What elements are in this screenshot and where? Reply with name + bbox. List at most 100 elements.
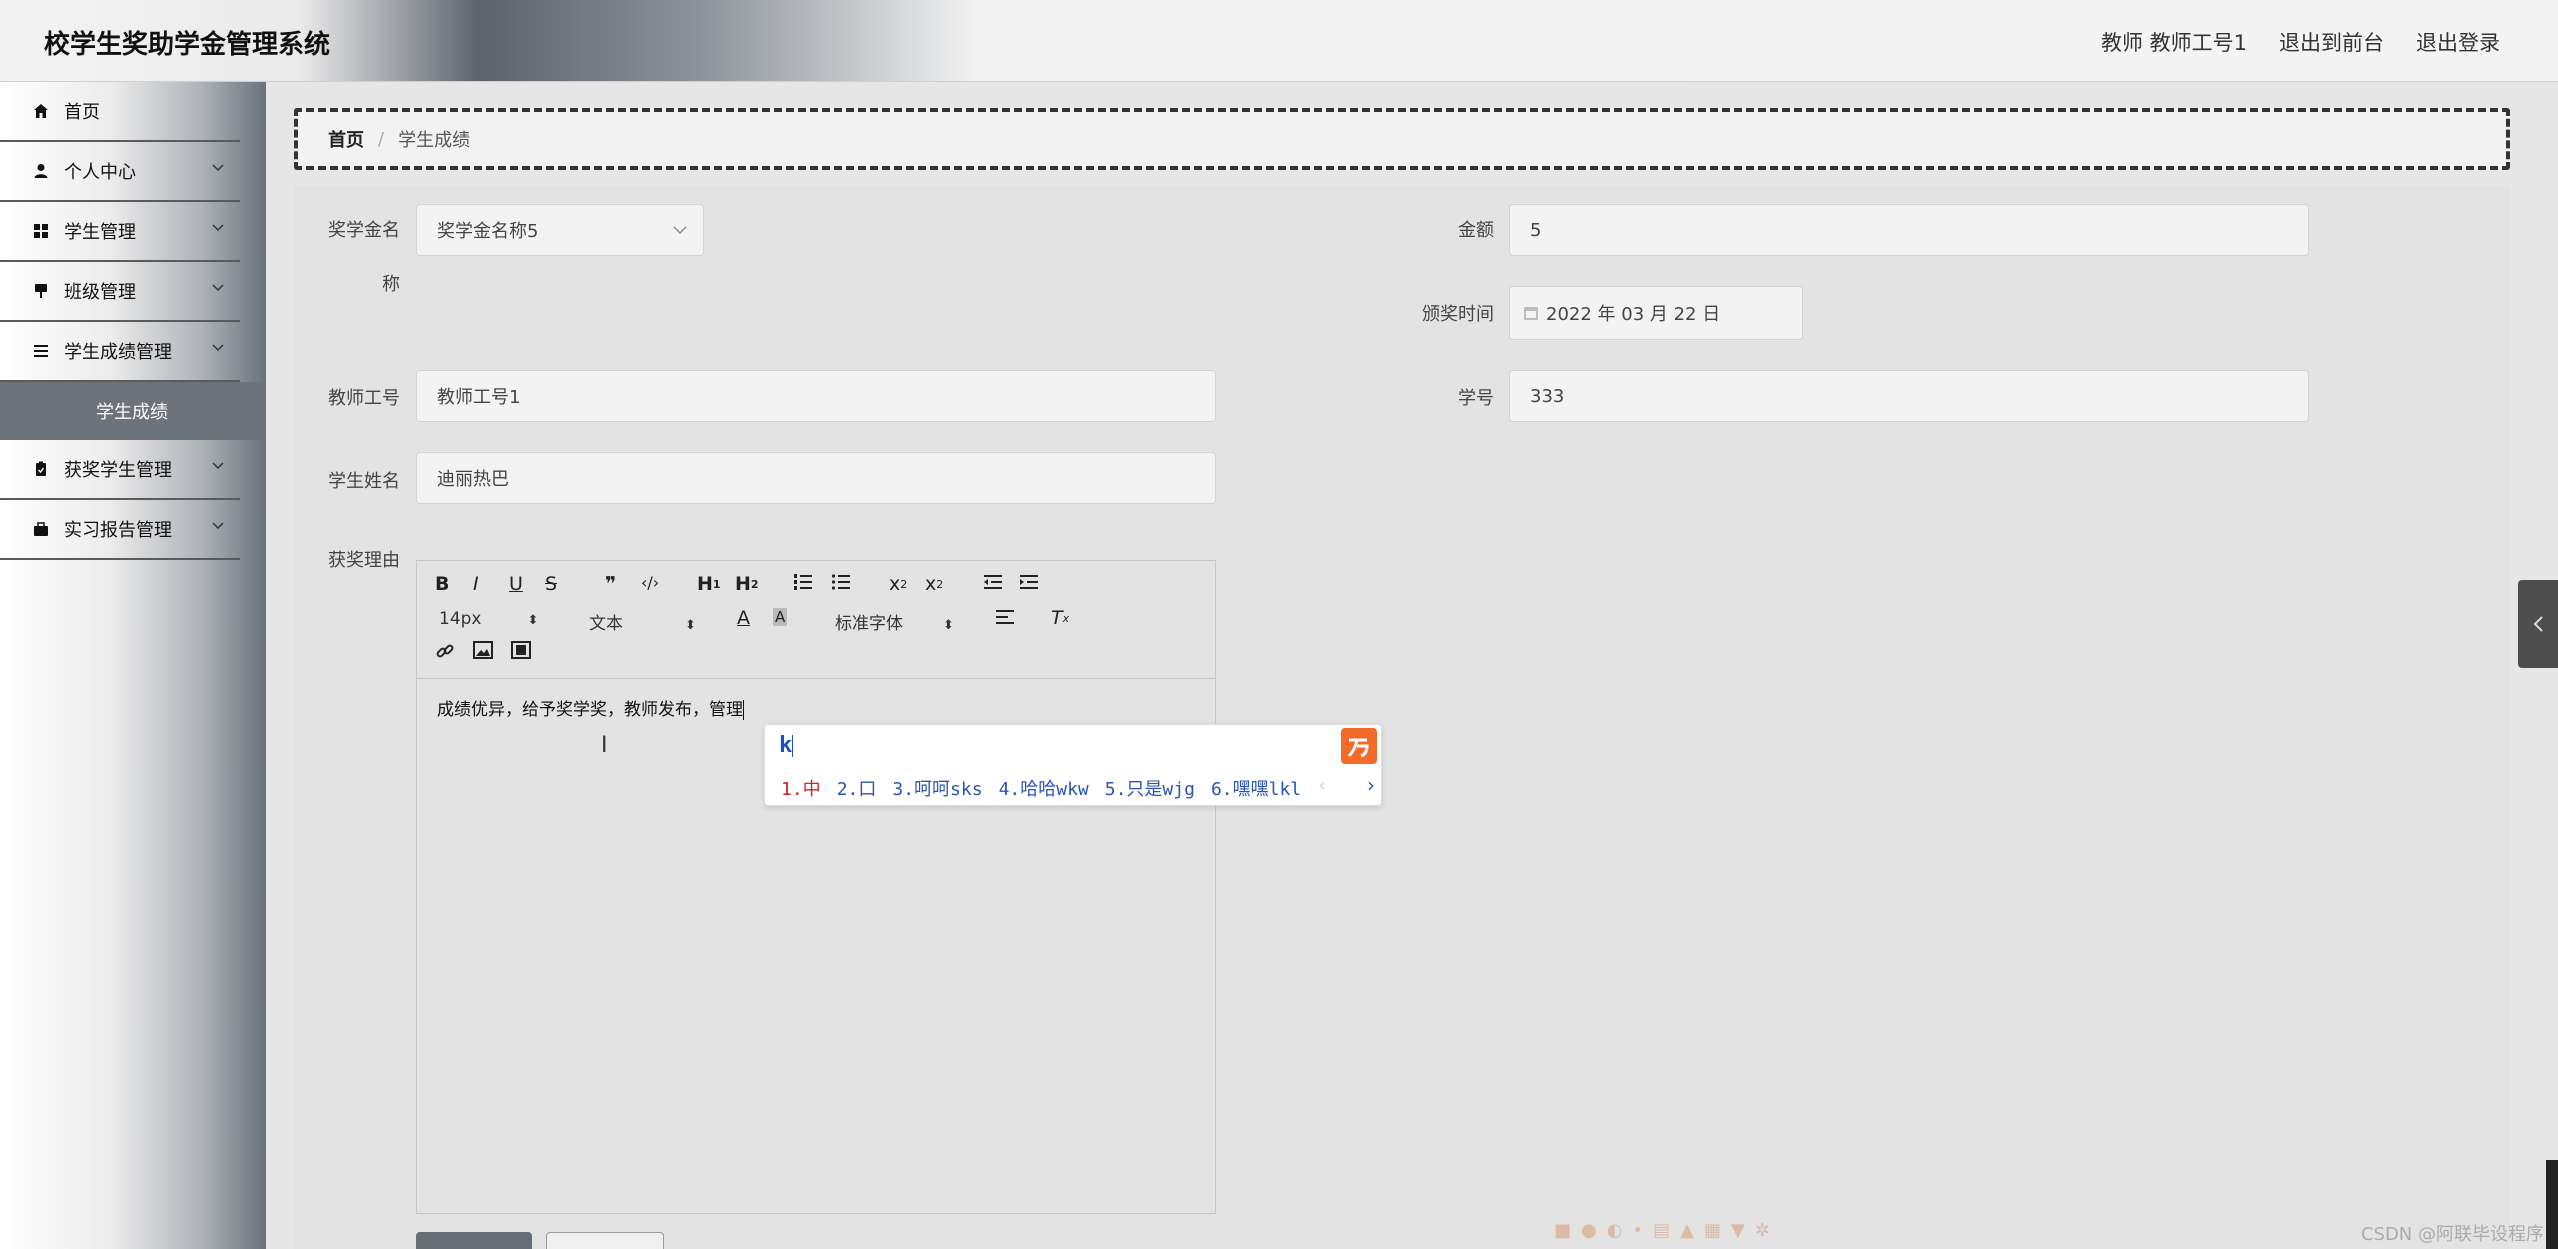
clear-format-icon[interactable]: Tx bbox=[1051, 607, 1069, 629]
ime-candidate-popup: k 1.中 2.口 3.呵呵sks 4.哈哈wkw 5.只是wjg 6.嘿嘿lk… bbox=[764, 724, 1382, 806]
ime-status-icon[interactable]: ▼ bbox=[1731, 1220, 1745, 1241]
chevron-down-icon bbox=[673, 225, 687, 234]
cancel-button[interactable] bbox=[546, 1232, 664, 1249]
app-title: 校学生奖助学金管理系统 bbox=[44, 30, 331, 60]
ime-logo-icon[interactable] bbox=[1341, 728, 1377, 764]
award-time-field[interactable]: 2022 年 03 月 22 日 bbox=[1509, 286, 1803, 340]
italic-icon[interactable]: I bbox=[473, 573, 479, 595]
watermark: CSDN @阿联毕设程序 bbox=[2360, 1224, 2544, 1245]
ime-status-icon[interactable]: ▤ bbox=[1653, 1220, 1670, 1241]
ime-status-icon[interactable]: • bbox=[1632, 1220, 1643, 1241]
award-time-value: 2022 年 03 月 22 日 bbox=[1546, 304, 1721, 325]
chevron-down-icon bbox=[212, 164, 224, 172]
submit-button[interactable] bbox=[416, 1232, 532, 1249]
to-front-link[interactable]: 退出到前台 bbox=[2279, 27, 2384, 57]
sidebar-item-label: 班级管理 bbox=[64, 282, 136, 303]
image-icon[interactable] bbox=[473, 641, 493, 659]
link-icon[interactable] bbox=[435, 641, 455, 661]
scholarship-name-label: 奖学金名 bbox=[328, 220, 400, 241]
font-family-value: 标准字体 bbox=[835, 614, 903, 634]
ime-status-icon[interactable]: ■ bbox=[1554, 1220, 1571, 1241]
bold-icon[interactable]: B bbox=[435, 573, 449, 595]
side-panel-toggle[interactable] bbox=[2518, 580, 2558, 668]
top-header: 校学生奖助学金管理系统 教师 教师工号1 退出到前台 退出登录 bbox=[0, 0, 2558, 82]
sidebar-item-class-management[interactable]: 班级管理 bbox=[0, 262, 240, 322]
calendar-icon bbox=[1524, 307, 1538, 320]
sidebar-item-label: 首页 bbox=[64, 102, 100, 123]
editor-content[interactable]: 成绩优异，给予奖学奖，教师发布，管理 bbox=[437, 695, 744, 720]
sidebar-item-label: 学生成绩管理 bbox=[64, 342, 172, 363]
font-family-select[interactable]: 标准字体 ⬍ bbox=[835, 609, 954, 634]
ime-candidate[interactable]: 2.口 bbox=[837, 775, 877, 801]
chevron-down-icon bbox=[212, 462, 224, 470]
align-icon[interactable] bbox=[995, 609, 1015, 625]
font-color-icon[interactable]: A bbox=[737, 607, 750, 629]
amount-field[interactable]: 5 bbox=[1509, 204, 2309, 256]
ordered-list-icon[interactable] bbox=[793, 573, 813, 591]
sidebar-item-label: 学生管理 bbox=[64, 222, 136, 243]
teacher-id-field[interactable]: 教师工号1 bbox=[416, 370, 1216, 422]
sidebar-item-score-management[interactable]: 学生成绩管理 bbox=[0, 322, 240, 382]
header-links: 教师 教师工号1 退出到前台 退出登录 bbox=[2101, 27, 2500, 57]
chevron-left-icon bbox=[2533, 616, 2543, 632]
subscript-icon[interactable]: x2 bbox=[889, 573, 907, 595]
bullet-list-icon[interactable] bbox=[831, 573, 851, 591]
breadcrumb-home[interactable]: 首页 bbox=[328, 126, 364, 152]
teacher-id-label: 教师工号 bbox=[328, 388, 400, 409]
rich-text-editor[interactable]: B I U S ❞ ‹/› H1 H2 x2 x2 14px ⬍ 文本 ⬍ A A … bbox=[416, 560, 1216, 1214]
ime-next-icon[interactable]: › bbox=[1367, 773, 1375, 797]
heading1-icon[interactable]: H1 bbox=[697, 573, 721, 595]
pushpin-icon bbox=[32, 282, 50, 300]
ime-candidate[interactable]: 3.呵呵sks bbox=[892, 775, 982, 801]
video-icon[interactable] bbox=[511, 641, 531, 659]
background-color-icon[interactable]: A bbox=[773, 608, 788, 626]
clipboard-icon bbox=[32, 460, 50, 478]
ime-candidate-list: 1.中 2.口 3.呵呵sks 4.哈哈wkw 5.只是wjg 6.嘿嘿lkl … bbox=[781, 775, 1328, 801]
underline-icon[interactable]: U bbox=[509, 573, 523, 595]
student-no-field[interactable]: 333 bbox=[1509, 370, 2309, 422]
blockquote-icon[interactable]: ❞ bbox=[605, 573, 616, 595]
text-cursor-icon: I bbox=[601, 733, 608, 758]
sidebar-subitem-student-scores[interactable]: 学生成绩 bbox=[0, 382, 266, 440]
sidebar-item-personal-center[interactable]: 个人中心 bbox=[0, 142, 240, 202]
scholarship-name-value: 奖学金名称5 bbox=[437, 221, 539, 242]
student-no-label: 学号 bbox=[1458, 388, 1494, 409]
chevron-down-icon bbox=[212, 522, 224, 530]
list-icon bbox=[32, 342, 50, 360]
reason-label: 获奖理由 bbox=[328, 550, 400, 571]
grid-icon bbox=[32, 222, 50, 240]
briefcase-icon bbox=[32, 520, 50, 538]
strikethrough-icon[interactable]: S bbox=[545, 573, 557, 595]
sidebar-item-student-management[interactable]: 学生管理 bbox=[0, 202, 240, 262]
superscript-icon[interactable]: x2 bbox=[925, 573, 943, 595]
block-format-select[interactable]: 文本 ⬍ bbox=[589, 609, 696, 634]
student-name-field[interactable]: 迪丽热巴 bbox=[416, 452, 1216, 504]
ime-prev-icon[interactable]: ‹ bbox=[1317, 775, 1328, 801]
outdent-icon[interactable] bbox=[983, 573, 1003, 591]
student-name-value: 迪丽热巴 bbox=[437, 469, 509, 490]
current-user[interactable]: 教师 教师工号1 bbox=[2101, 27, 2247, 57]
scholarship-name-select[interactable]: 奖学金名称5 bbox=[416, 204, 704, 256]
sidebar-item-home[interactable]: 首页 bbox=[0, 82, 240, 142]
ime-candidate[interactable]: 6.嘿嘿lkl bbox=[1211, 775, 1301, 801]
ime-input-text: k bbox=[779, 733, 794, 758]
ime-candidate[interactable]: 5.只是wjg bbox=[1105, 775, 1195, 801]
ime-status-icon[interactable]: ▦ bbox=[1704, 1220, 1721, 1241]
sidebar-item-label: 获奖学生管理 bbox=[64, 460, 172, 481]
chevron-down-icon bbox=[212, 224, 224, 232]
ime-status-icon[interactable]: ▲ bbox=[1680, 1220, 1694, 1241]
logout-link[interactable]: 退出登录 bbox=[2416, 27, 2500, 57]
ime-status-icon[interactable]: ● bbox=[1581, 1220, 1597, 1241]
ime-candidate[interactable]: 4.哈哈wkw bbox=[999, 775, 1089, 801]
editor-toolbar: B I U S ❞ ‹/› H1 H2 x2 x2 14px ⬍ 文本 ⬍ A A … bbox=[417, 561, 1215, 679]
font-size-select[interactable]: 14px ⬍ bbox=[439, 609, 538, 629]
ime-status-icon[interactable]: ✲ bbox=[1755, 1220, 1770, 1241]
code-icon[interactable]: ‹/› bbox=[641, 573, 659, 592]
ime-status-icon[interactable]: ◐ bbox=[1607, 1220, 1623, 1241]
student-name-label: 学生姓名 bbox=[328, 471, 400, 492]
indent-icon[interactable] bbox=[1019, 573, 1039, 591]
sidebar-item-internship-reports[interactable]: 实习报告管理 bbox=[0, 500, 240, 560]
sidebar-item-award-students[interactable]: 获奖学生管理 bbox=[0, 440, 240, 500]
heading2-icon[interactable]: H2 bbox=[735, 573, 759, 595]
ime-candidate[interactable]: 1.中 bbox=[781, 775, 821, 801]
